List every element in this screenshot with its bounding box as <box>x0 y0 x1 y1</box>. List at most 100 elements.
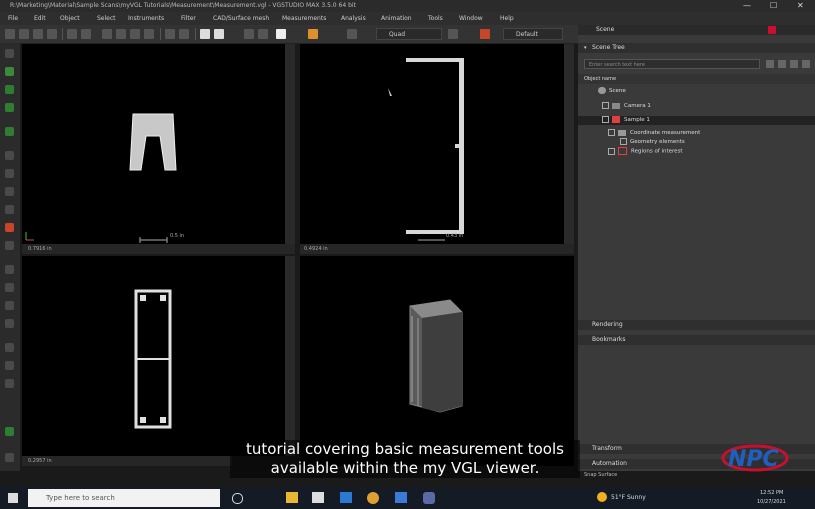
render-mode-select[interactable]: Quad <box>376 28 442 40</box>
scrollbar-bottom-left[interactable] <box>285 256 295 456</box>
tool-h-icon[interactable] <box>5 301 14 310</box>
windows-start-icon[interactable] <box>8 493 18 503</box>
pencil-icon[interactable] <box>200 29 210 39</box>
curve-icon[interactable] <box>347 29 357 39</box>
menu-window[interactable]: Window <box>459 12 483 25</box>
tree-item-camera[interactable]: Camera 1 <box>584 102 651 111</box>
tool-f-icon[interactable] <box>5 265 14 274</box>
redo-icon[interactable] <box>81 29 91 39</box>
measure-icon[interactable] <box>5 427 14 436</box>
bookmarks-section[interactable]: Bookmarks <box>578 335 815 345</box>
mail-icon[interactable] <box>340 492 352 503</box>
viewport-top-right[interactable]: 0.43 in <box>300 44 564 244</box>
store-icon[interactable] <box>312 492 324 503</box>
crosshair-icon[interactable] <box>214 29 224 39</box>
minimize-button[interactable]: — <box>743 0 751 12</box>
flag-icon[interactable] <box>276 29 286 39</box>
weather-text[interactable]: 51°F Sunny <box>611 487 646 509</box>
layout-icon[interactable] <box>258 29 268 39</box>
menu-cad-surface-mesh[interactable]: CAD/Surface mesh <box>213 12 269 25</box>
star-icon[interactable] <box>308 29 318 39</box>
paste-icon[interactable] <box>130 29 140 39</box>
cut-icon[interactable] <box>102 29 112 39</box>
menu-object[interactable]: Object <box>60 12 80 25</box>
tree-item-sample[interactable]: Sample 1 <box>578 116 815 125</box>
settings-icon[interactable] <box>802 60 810 68</box>
select-icon[interactable] <box>165 29 175 39</box>
filter-icon[interactable] <box>766 60 774 68</box>
taskbar-search-input[interactable]: Type here to search <box>28 489 220 507</box>
view-icon[interactable] <box>448 29 458 39</box>
maximize-button[interactable]: ☐ <box>770 0 777 12</box>
scene-tree-header[interactable]: ▾ Scene Tree <box>578 43 815 53</box>
close-scene-icon[interactable] <box>768 26 776 34</box>
scrollbar-top-left[interactable] <box>285 44 295 244</box>
menu-filter[interactable]: Filter <box>181 12 196 25</box>
task-view-icon[interactable] <box>232 493 243 504</box>
open-icon[interactable] <box>19 29 29 39</box>
marker-icon[interactable] <box>5 223 14 232</box>
scene-panel: Scene ▾ Scene Tree Enter search text her… <box>578 25 815 471</box>
save-icon[interactable] <box>33 29 43 39</box>
tool-a-icon[interactable] <box>5 151 14 160</box>
scene-search-input[interactable]: Enter search text here <box>584 59 760 69</box>
vgstudio-icon[interactable] <box>423 492 435 504</box>
menu-select[interactable]: Select <box>97 12 116 25</box>
tool-c-icon[interactable] <box>5 187 14 196</box>
viewport-bottom-left[interactable] <box>22 256 285 456</box>
close-button[interactable]: ✕ <box>797 0 804 12</box>
menu-file[interactable]: File <box>8 12 18 25</box>
tab-scene[interactable]: Scene <box>596 25 614 35</box>
menu-edit[interactable]: Edit <box>34 12 46 25</box>
viewport-3d[interactable] <box>300 256 574 466</box>
zoom-value: 0.7916 in <box>28 246 52 252</box>
new-icon[interactable] <box>5 29 15 39</box>
tool-l-icon[interactable] <box>5 379 14 388</box>
weather-icon <box>597 492 607 502</box>
cursor-icon[interactable] <box>5 49 14 58</box>
tool-i-icon[interactable] <box>5 319 14 328</box>
sample-cross-section-front <box>25 113 177 243</box>
undo-icon[interactable] <box>67 29 77 39</box>
chrome-icon[interactable] <box>367 492 379 504</box>
menu-help[interactable]: Help <box>500 12 514 25</box>
menu-tools[interactable]: Tools <box>428 12 443 25</box>
video-subtitle: tutorial covering basic measurement tool… <box>230 440 580 478</box>
tree-item-coordinate-measurement[interactable]: Coordinate measurement <box>608 129 700 138</box>
tool-b-icon[interactable] <box>5 169 14 178</box>
tool-j-icon[interactable] <box>5 343 14 352</box>
menu-animation[interactable]: Animation <box>381 12 412 25</box>
pen-icon[interactable] <box>5 67 14 76</box>
tree-item-scene[interactable]: Scene <box>584 87 626 96</box>
tree-item-regions-of-interest[interactable]: Regions of interest <box>608 147 683 157</box>
tree-item-geometry-elements[interactable]: Geometry elements <box>620 138 685 147</box>
warning-icon[interactable] <box>480 29 490 39</box>
copy-icon[interactable] <box>116 29 126 39</box>
tool-d-icon[interactable] <box>5 205 14 214</box>
move-icon[interactable] <box>179 29 189 39</box>
scrollbar-top-right[interactable] <box>564 44 574 244</box>
snap-surface-label: Snap Surface <box>584 472 618 478</box>
rendering-section[interactable]: Rendering <box>578 320 815 330</box>
menu-analysis[interactable]: Analysis <box>341 12 366 25</box>
default-select[interactable]: Default <box>503 28 563 40</box>
rectangle-select-icon[interactable] <box>5 85 14 94</box>
app-icon[interactable] <box>395 492 407 503</box>
zoom-icon[interactable] <box>5 103 14 112</box>
delete-icon[interactable] <box>144 29 154 39</box>
lasso-icon[interactable] <box>5 127 14 136</box>
tool-m-icon[interactable] <box>5 453 14 462</box>
tool-g-icon[interactable] <box>5 283 14 292</box>
tool-e-icon[interactable] <box>5 241 14 250</box>
grid-icon[interactable] <box>244 29 254 39</box>
tool-k-icon[interactable] <box>5 361 14 370</box>
clock-time[interactable]: 12:52 PM <box>760 490 783 496</box>
collapse-all-icon[interactable] <box>790 60 798 68</box>
save-as-icon[interactable] <box>47 29 57 39</box>
menu-instruments[interactable]: Instruments <box>128 12 164 25</box>
file-explorer-icon[interactable] <box>286 492 298 503</box>
expand-icon[interactable] <box>778 60 786 68</box>
clock-date[interactable]: 10/27/2021 <box>757 499 786 505</box>
menu-measurements[interactable]: Measurements <box>282 12 326 25</box>
viewport-top-left[interactable]: 0.5 in <box>22 44 285 244</box>
